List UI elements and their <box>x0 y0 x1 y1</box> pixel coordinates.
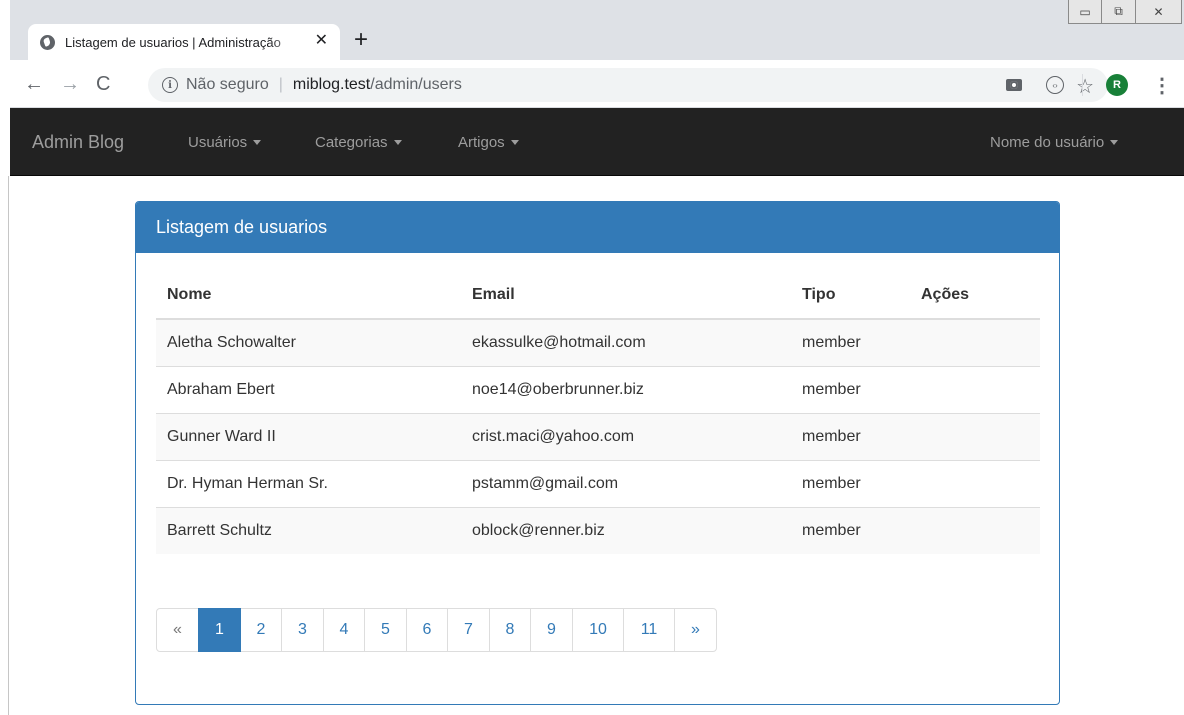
table-row: Barrett Schultz oblock@renner.biz member <box>156 506 1040 554</box>
cell-nome: Dr. Hyman Herman Sr. <box>156 459 461 507</box>
window-edge <box>8 176 9 715</box>
extension-icon: ‹› <box>1046 76 1064 94</box>
restore-button[interactable]: ⧉ <box>1102 0 1136 24</box>
cell-tipo: member <box>791 412 910 460</box>
profile-button[interactable]: R <box>1106 74 1128 96</box>
table-row: Aletha Schowalter ekassulke@hotmail.com … <box>156 318 1040 366</box>
tab-title: Listagem de usuarios | Administração <box>65 34 281 50</box>
reload-icon[interactable]: C <box>96 74 110 94</box>
pagination: « 1 2 3 4 5 6 7 8 9 10 11 » <box>156 608 717 652</box>
page-link-8[interactable]: 8 <box>489 608 531 652</box>
url-host: miblog.test <box>292 76 371 93</box>
column-header-tipo: Tipo <box>791 272 910 320</box>
menu-label: Artigos <box>458 134 505 151</box>
cell-acoes <box>910 506 1040 554</box>
bookmark-star-icon[interactable]: ☆ <box>1076 74 1094 99</box>
close-tab-icon[interactable]: ✕ <box>315 33 328 49</box>
menu-artigos[interactable]: Artigos <box>458 134 519 151</box>
page-link-5[interactable]: 5 <box>364 608 407 652</box>
url-path: /admin/users <box>370 76 462 93</box>
browser-menu-button[interactable]: ⋮ <box>1152 74 1172 97</box>
page-link-3[interactable]: 3 <box>281 608 324 652</box>
menu-usuarios[interactable]: Usuários <box>188 134 262 151</box>
cell-nome: Abraham Ebert <box>156 365 461 413</box>
cell-nome: Gunner Ward II <box>156 412 461 460</box>
cell-email: crist.maci@yahoo.com <box>461 412 791 460</box>
cell-nome: Barrett Schultz <box>156 506 461 554</box>
cell-email: oblock@renner.biz <box>461 506 791 554</box>
camera-icon <box>1006 79 1022 91</box>
cell-tipo: member <box>791 365 910 413</box>
cell-tipo: member <box>791 459 910 507</box>
table-row: Abraham Ebert noe14@oberbrunner.biz memb… <box>156 365 1040 413</box>
column-header-acoes: Ações <box>910 272 1040 320</box>
column-header-email: Email <box>461 272 791 320</box>
address-bar[interactable]: i Não seguro | miblog.test/admin/users ☆ <box>148 68 1108 102</box>
app-navbar: Admin Blog Usuários Categorias Artigos N… <box>10 108 1184 176</box>
vertical-separator <box>1082 74 1083 96</box>
url-separator: | <box>278 76 283 93</box>
browser-tab-strip: Listagem de usuarios | Administração ✕ +… <box>10 0 1184 60</box>
page-link-7[interactable]: 7 <box>447 608 490 652</box>
users-table: Nome Email Tipo Ações Aletha Schowalter … <box>156 272 1040 554</box>
toolbar-divider <box>1082 74 1083 96</box>
pagination-prev[interactable]: « <box>156 608 199 652</box>
screenshot-extension[interactable] <box>1006 74 1022 96</box>
caret-down-icon <box>1110 140 1119 145</box>
navbar-brand[interactable]: Admin Blog <box>32 132 124 153</box>
browser-toolbar: ← → C i Não seguro | miblog.test/admin/u… <box>10 60 1184 108</box>
cell-acoes <box>910 318 1040 366</box>
page-link-11[interactable]: 11 <box>623 608 675 652</box>
cell-tipo: member <box>791 506 910 554</box>
kebab-menu-icon: ⋮ <box>1152 74 1172 97</box>
table-header-row: Nome Email Tipo Ações <box>156 272 1040 320</box>
back-icon[interactable]: ← <box>24 74 44 94</box>
table-row: Dr. Hyman Herman Sr. pstamm@gmail.com me… <box>156 459 1040 507</box>
page-link-4[interactable]: 4 <box>323 608 365 652</box>
globe-icon <box>40 34 55 50</box>
menu-categorias[interactable]: Categorias <box>315 134 402 151</box>
page-link-1[interactable]: 1 <box>198 608 241 652</box>
cell-acoes <box>910 459 1040 507</box>
user-menu[interactable]: Nome do usuário <box>990 134 1119 151</box>
extension-button[interactable]: ‹› <box>1046 74 1064 96</box>
page-link-6[interactable]: 6 <box>406 608 448 652</box>
caret-down-icon <box>510 140 519 145</box>
caret-down-icon <box>393 140 402 145</box>
info-icon[interactable]: i <box>162 77 178 93</box>
cell-tipo: member <box>791 318 910 366</box>
new-tab-button[interactable]: + <box>354 28 368 52</box>
security-label: Não seguro <box>186 76 269 93</box>
forward-icon[interactable]: → <box>60 74 80 94</box>
cell-email: pstamm@gmail.com <box>461 459 791 507</box>
panel-title: Listagem de usuarios <box>136 202 1059 253</box>
cell-email: ekassulke@hotmail.com <box>461 318 791 366</box>
cell-acoes <box>910 365 1040 413</box>
caret-down-icon <box>253 140 262 145</box>
cell-email: noe14@oberbrunner.biz <box>461 365 791 413</box>
user-menu-label: Nome do usuário <box>990 134 1105 151</box>
table-row: Gunner Ward II crist.maci@yahoo.com memb… <box>156 412 1040 460</box>
minimize-button[interactable]: ▭ <box>1068 0 1102 24</box>
page-link-2[interactable]: 2 <box>240 608 282 652</box>
page-link-9[interactable]: 9 <box>530 608 573 652</box>
page-link-10[interactable]: 10 <box>572 608 624 652</box>
pagination-next[interactable]: » <box>674 608 717 652</box>
menu-label: Categorias <box>315 134 388 151</box>
users-panel: Listagem de usuarios Nome Email Tipo Açõ… <box>135 201 1060 705</box>
browser-tab[interactable]: Listagem de usuarios | Administração ✕ <box>28 24 340 60</box>
menu-label: Usuários <box>188 134 248 151</box>
cell-acoes <box>910 412 1040 460</box>
window-controls: ▭ ⧉ ✕ <box>1068 0 1182 24</box>
cell-nome: Aletha Schowalter <box>156 318 461 366</box>
column-header-nome: Nome <box>156 272 461 320</box>
avatar: R <box>1106 74 1128 96</box>
close-window-button[interactable]: ✕ <box>1136 0 1182 24</box>
